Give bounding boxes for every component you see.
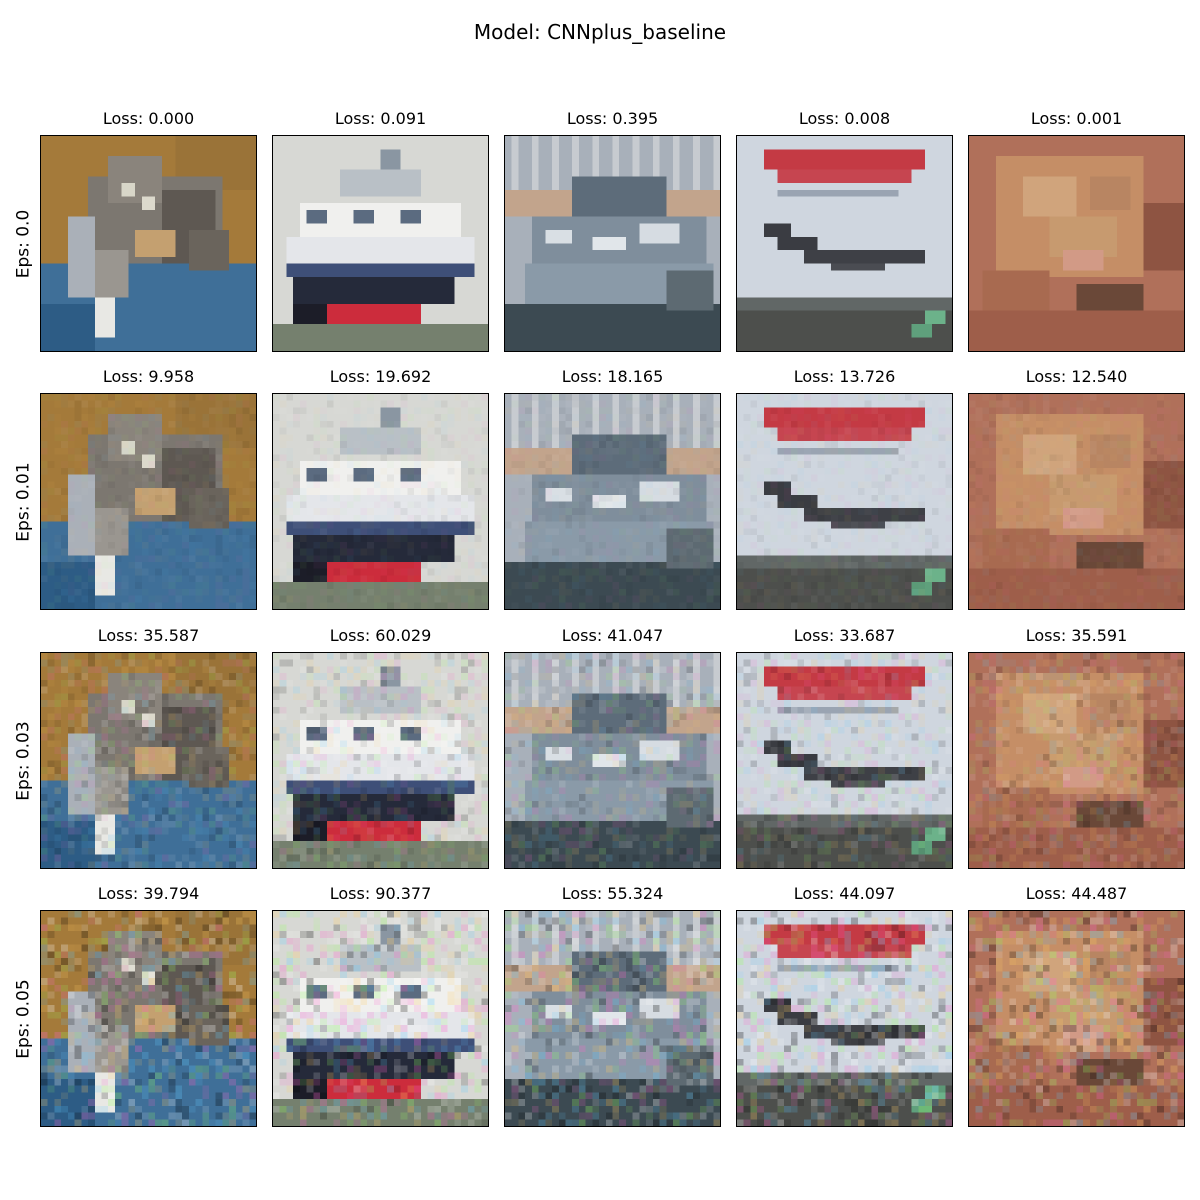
airplane-image xyxy=(736,652,953,869)
loss-label: Loss: 9.958 xyxy=(102,367,195,386)
cat-image xyxy=(40,652,257,869)
grid-cell: Loss: 35.587 xyxy=(40,626,257,869)
grid-cell: Loss: 0.395 xyxy=(504,109,721,352)
loss-label: Loss: 0.395 xyxy=(566,109,659,128)
loss-label: Loss: 41.047 xyxy=(561,626,664,645)
loss-label: Loss: 44.487 xyxy=(1025,884,1128,903)
frog-image xyxy=(968,910,1185,1127)
grid-cell: Loss: 39.794 xyxy=(40,884,257,1127)
loss-label: Loss: 60.029 xyxy=(329,626,432,645)
grid-cell: Loss: 44.487 xyxy=(968,884,1185,1127)
grid-cell: Loss: 0.008 xyxy=(736,109,953,352)
row-label-eps: Eps: 0.01 xyxy=(13,461,33,542)
loss-label: Loss: 35.591 xyxy=(1025,626,1128,645)
loss-label: Loss: 13.726 xyxy=(793,367,896,386)
grid-cell: Loss: 35.591 xyxy=(968,626,1185,869)
frog-image xyxy=(968,135,1185,352)
ship-image xyxy=(272,910,489,1127)
airplane-image xyxy=(736,910,953,1127)
loss-label: Loss: 0.091 xyxy=(334,109,427,128)
loss-label: Loss: 19.692 xyxy=(329,367,432,386)
grid-cell: Loss: 0.000 xyxy=(40,109,257,352)
row-label-eps: Eps: 0.05 xyxy=(13,978,33,1059)
grid-cell: Loss: 44.097 xyxy=(736,884,953,1127)
loss-label: Loss: 12.540 xyxy=(1025,367,1128,386)
grid-cell: Loss: 0.001 xyxy=(968,109,1185,352)
grid-cell: Loss: 41.047 xyxy=(504,626,721,869)
grid-cell: Loss: 18.165 xyxy=(504,367,721,610)
frog-image xyxy=(968,652,1185,869)
grid-cell: Loss: 55.324 xyxy=(504,884,721,1127)
row-label-eps: Eps: 0.03 xyxy=(13,720,33,801)
loss-label: Loss: 35.587 xyxy=(97,626,200,645)
loss-label: Loss: 90.377 xyxy=(329,884,432,903)
loss-label: Loss: 39.794 xyxy=(97,884,200,903)
cat-image xyxy=(40,135,257,352)
ship-image xyxy=(272,135,489,352)
grid-cell: Loss: 13.726 xyxy=(736,367,953,610)
airplane-image xyxy=(736,135,953,352)
boat-image xyxy=(504,652,721,869)
boat-image xyxy=(504,910,721,1127)
airplane-image xyxy=(736,393,953,610)
grid-cell: Loss: 0.091 xyxy=(272,109,489,352)
loss-label: Loss: 44.097 xyxy=(793,884,896,903)
cat-image xyxy=(40,910,257,1127)
figure-title: Model: CNNplus_baseline xyxy=(473,20,727,44)
grid-cell: Loss: 12.540 xyxy=(968,367,1185,610)
loss-label: Loss: 18.165 xyxy=(561,367,664,386)
grid-cell: Loss: 33.687 xyxy=(736,626,953,869)
frog-image xyxy=(968,393,1185,610)
loss-label: Loss: 0.008 xyxy=(798,109,891,128)
ship-image xyxy=(272,652,489,869)
loss-label: Loss: 33.687 xyxy=(793,626,896,645)
loss-label: Loss: 55.324 xyxy=(561,884,664,903)
row-label-eps: Eps: 0.0 xyxy=(13,209,33,278)
grid-cell: Loss: 19.692 xyxy=(272,367,489,610)
grid-cell: Loss: 9.958 xyxy=(40,367,257,610)
grid-cell: Loss: 60.029 xyxy=(272,626,489,869)
ship-image xyxy=(272,393,489,610)
boat-image xyxy=(504,135,721,352)
loss-label: Loss: 0.000 xyxy=(102,109,195,128)
loss-label: Loss: 0.001 xyxy=(1030,109,1123,128)
cat-image xyxy=(40,393,257,610)
boat-image xyxy=(504,393,721,610)
grid-cell: Loss: 90.377 xyxy=(272,884,489,1127)
